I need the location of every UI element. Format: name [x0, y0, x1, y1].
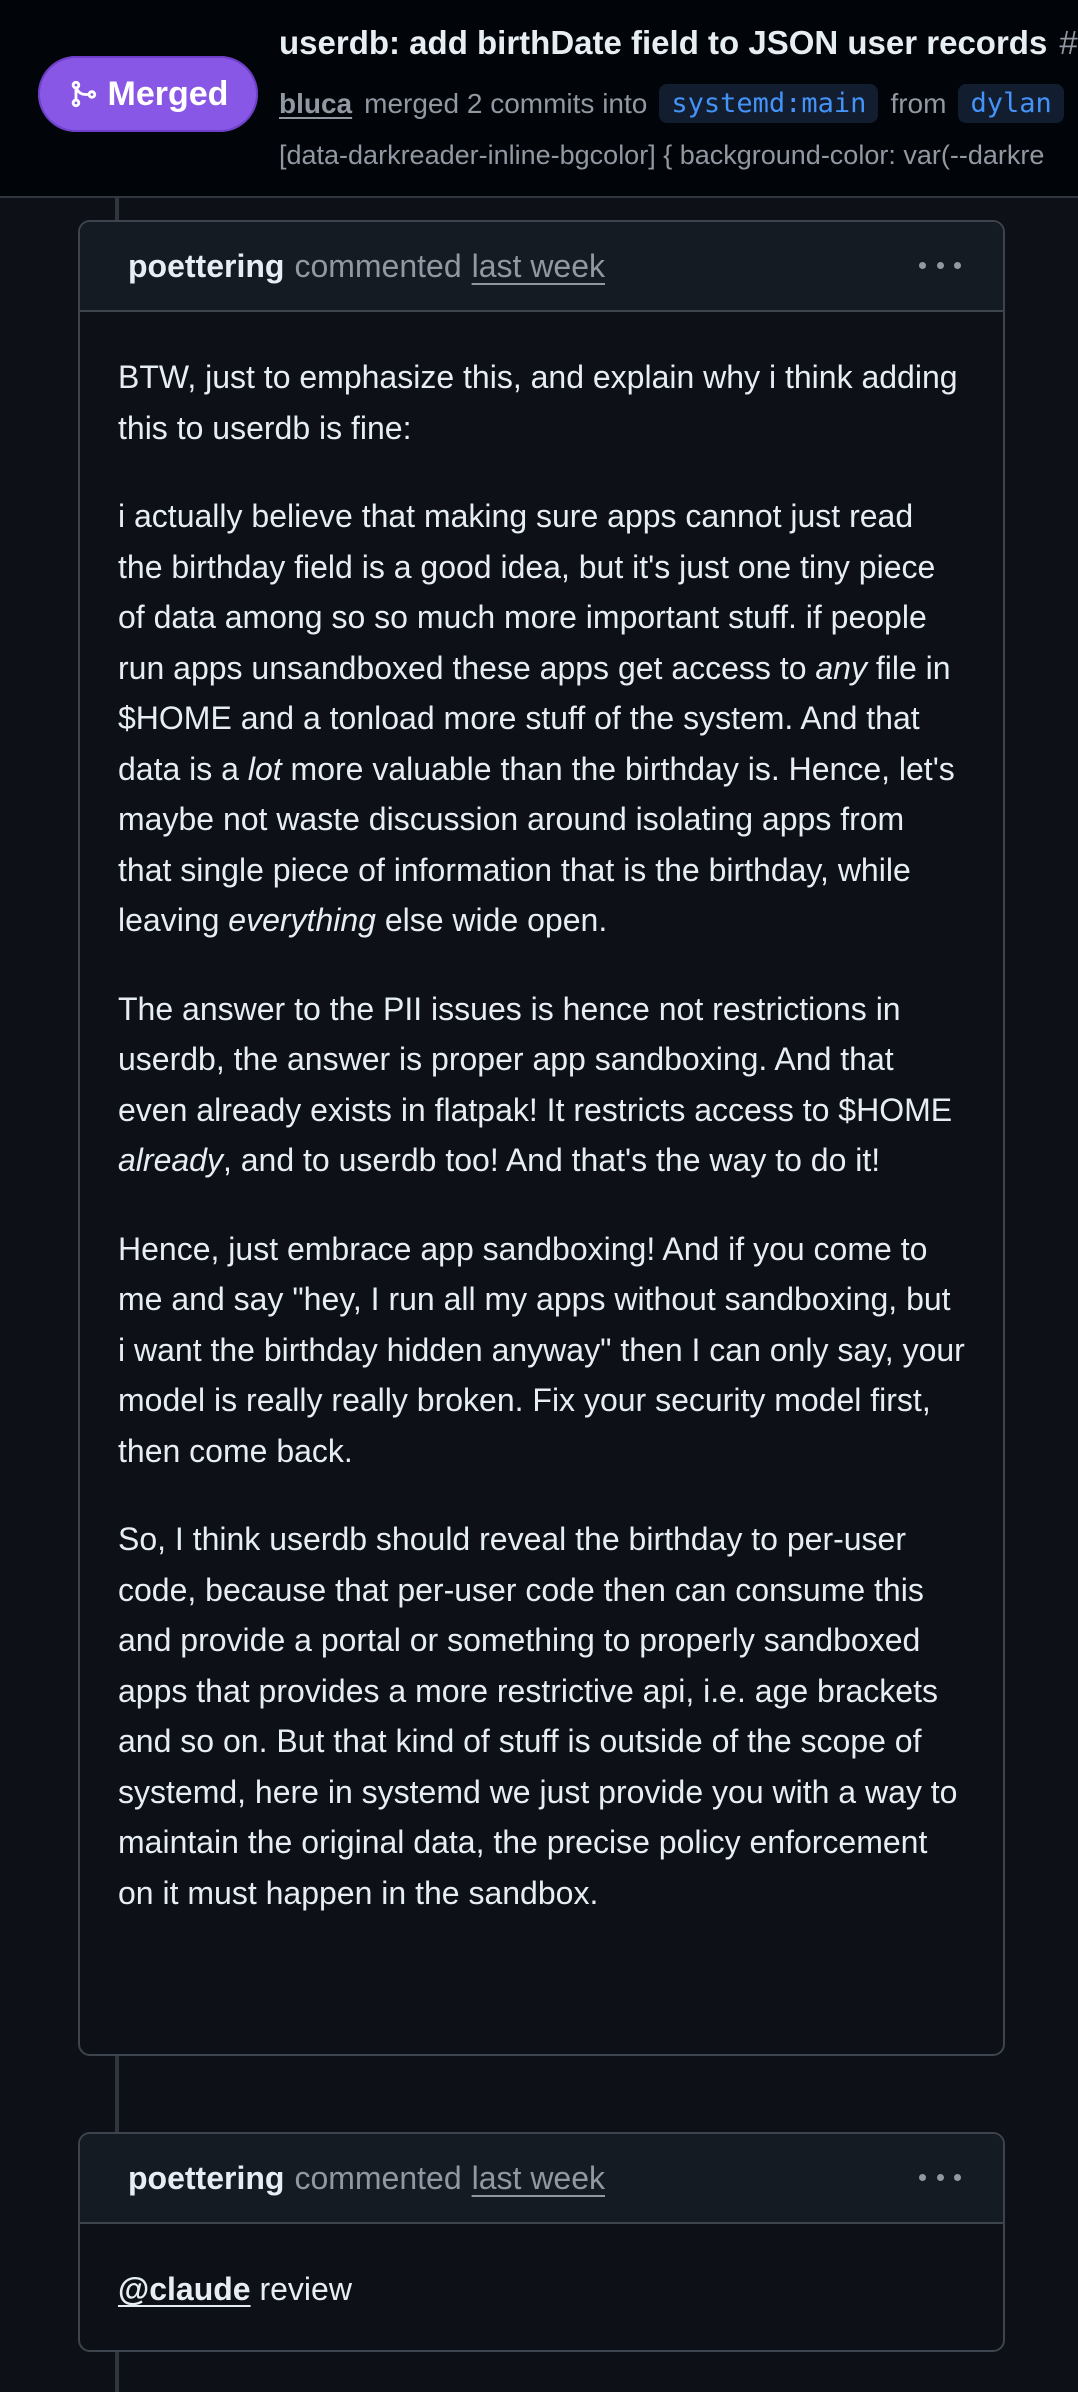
- pr-title: userdb: add birthDate field to JSON user…: [279, 24, 1078, 62]
- comment-paragraph: The answer to the PII issues is hence no…: [118, 990, 953, 1179]
- comment-body: BTW, just to emphasize this, and explain…: [80, 312, 1003, 1964]
- comment-paragraph: So, I think userdb should reveal the bir…: [118, 1521, 958, 1911]
- comment-header: poettering commented last week: [80, 222, 1003, 312]
- comment-body: @claude review: [80, 2224, 1003, 2350]
- comment-paragraph: Hence, just embrace app sandboxing! And …: [118, 1230, 965, 1469]
- comment-paragraph: @claude review: [118, 2271, 352, 2307]
- kebab-horizontal-icon[interactable]: [919, 250, 961, 280]
- pr-number[interactable]: #40: [1059, 24, 1078, 61]
- timeline-comment: poettering commented last week @claude r…: [78, 2132, 1005, 2352]
- pr-title-text: userdb: add birthDate field to JSON user…: [279, 24, 1048, 61]
- pr-leaked-css-text: [data-darkreader-inline-bgcolor] { backg…: [279, 140, 1045, 170]
- comment-verb: commented: [294, 2159, 462, 2196]
- merged-status-badge: Merged: [38, 56, 258, 132]
- git-merge-icon: [71, 80, 96, 108]
- merged-status-label: Merged: [107, 74, 229, 113]
- comment-paragraph: i actually believe that making sure apps…: [118, 498, 955, 938]
- timeline-connector: [115, 196, 119, 222]
- comment-verb: commented: [294, 247, 462, 284]
- comment-paragraph: BTW, just to emphasize this, and explain…: [118, 359, 958, 446]
- user-mention-link[interactable]: @claude: [118, 2271, 251, 2307]
- kebab-horizontal-icon[interactable]: [919, 2162, 961, 2192]
- comment-timestamp-link[interactable]: last week: [472, 2160, 605, 2197]
- timeline-comment: poettering commented last week BTW, just…: [78, 220, 1005, 2056]
- comment-header: poettering commented last week: [80, 2134, 1003, 2224]
- pr-merger-link[interactable]: bluca: [279, 88, 352, 120]
- comment-author-link[interactable]: poettering: [128, 248, 284, 285]
- pr-merge-summary: bluca merged 2 commits into systemd:main…: [279, 84, 1064, 123]
- timeline-connector: [115, 2052, 119, 2132]
- pr-merge-action-text: merged 2 commits into: [364, 87, 648, 119]
- base-branch-label[interactable]: systemd:main: [659, 84, 879, 123]
- head-branch-label[interactable]: dylan: [958, 84, 1064, 123]
- comment-author-link[interactable]: poettering: [128, 2160, 284, 2197]
- comment-timestamp-link[interactable]: last week: [472, 248, 605, 285]
- pr-from-text: from: [890, 87, 947, 119]
- pr-header: Merged userdb: add birthDate field to JS…: [0, 0, 1078, 198]
- timeline-connector: [115, 2348, 119, 2392]
